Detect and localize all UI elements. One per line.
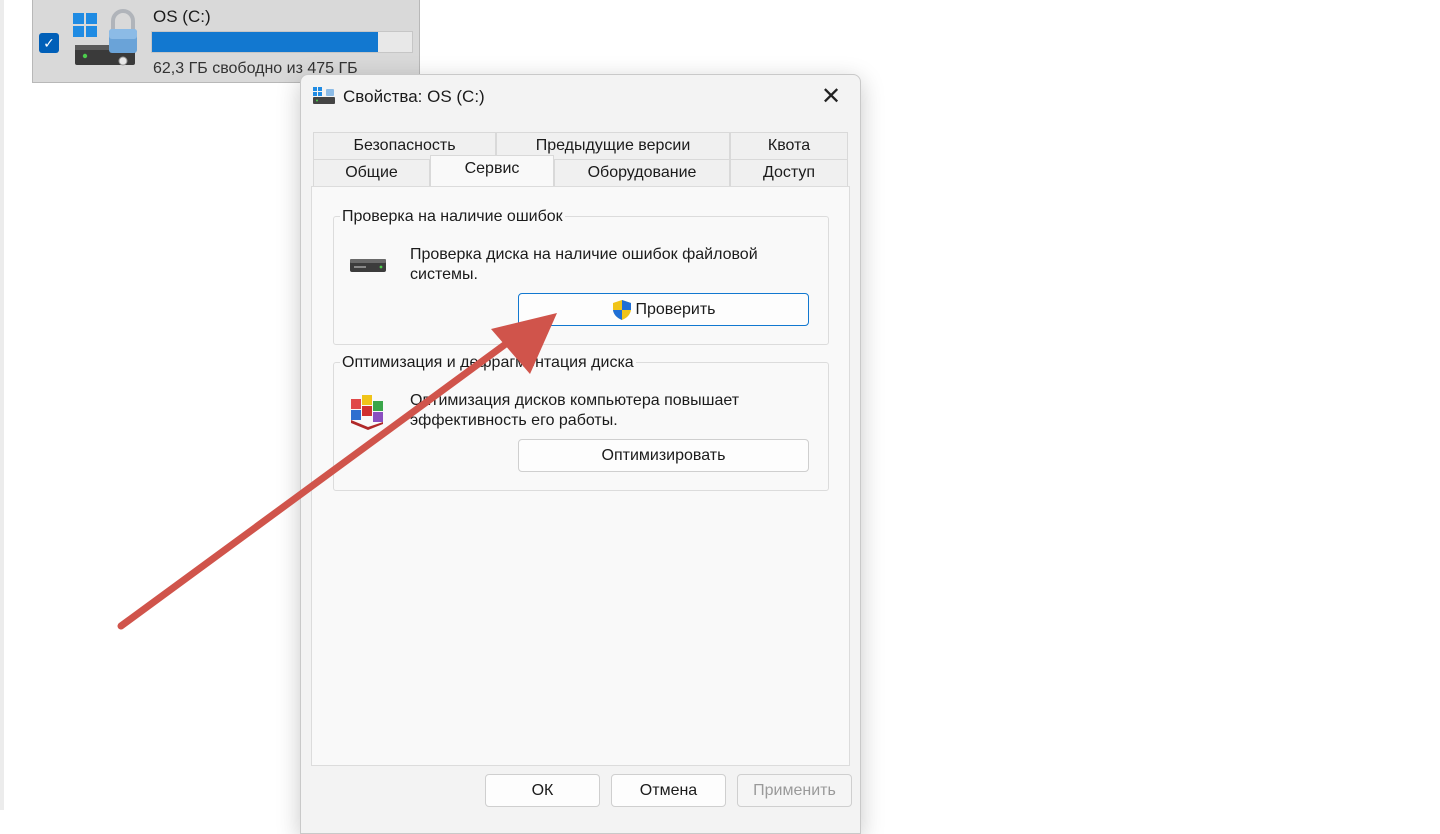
close-button[interactable]: ✕ (808, 79, 854, 115)
optimize-desc-line2: эффективность его работы. (410, 412, 618, 429)
tab-sharing[interactable]: Доступ (730, 159, 848, 186)
optimize-button[interactable]: Оптимизировать (518, 439, 809, 472)
locked-drive-icon (73, 9, 137, 66)
tab-tools[interactable]: Сервис (430, 155, 554, 186)
drive-name: OS (C:) (153, 7, 211, 26)
drive-properties-icon (313, 87, 335, 104)
uac-shield-icon (613, 299, 632, 320)
apply-button[interactable]: Применить (737, 774, 852, 807)
close-icon: ✕ (820, 83, 842, 110)
error-check-description: Проверка диска на наличие ошибок файлово… (410, 245, 810, 285)
error-check-group: Проверка на наличие ошибок Проверка диск… (333, 208, 829, 345)
optimize-title: Оптимизация и дефрагментация диска (340, 354, 636, 372)
tab-hardware[interactable]: Оборудование (554, 159, 730, 186)
optimize-description: Оптимизация дисков компьютера повышает э… (410, 391, 810, 431)
tab-general[interactable]: Общие (313, 159, 430, 186)
drive-usage-bar (151, 31, 413, 53)
check-button-label: Проверить (635, 301, 716, 318)
window-edge (0, 0, 4, 810)
tab-quota[interactable]: Квота (730, 132, 848, 159)
tools-tab-panel: Проверка на наличие ошибок Проверка диск… (311, 186, 850, 766)
hard-drive-icon (350, 259, 386, 272)
properties-dialog: Свойства: OS (C:) ✕ Безопасность Предыду… (300, 74, 861, 834)
optimize-desc-line1: Оптимизация дисков компьютера повышает (410, 392, 740, 409)
error-check-desc-line1: Проверка диска на наличие ошибок файлово… (410, 246, 758, 263)
error-check-title: Проверка на наличие ошибок (340, 208, 565, 226)
dialog-titlebar[interactable]: Свойства: OS (C:) ✕ (301, 75, 860, 119)
ok-button[interactable]: ОК (485, 774, 600, 807)
error-check-desc-line2: системы. (410, 266, 478, 283)
optimize-group: Оптимизация и дефрагментация диска Оптим… (333, 354, 829, 491)
dialog-title: Свойства: OS (C:) (343, 87, 485, 106)
tile-checkbox[interactable]: ✓ (39, 33, 59, 53)
drive-usage-fill (152, 32, 379, 52)
defrag-icon (351, 395, 383, 430)
check-button[interactable]: Проверить (518, 293, 809, 326)
cancel-button[interactable]: Отмена (611, 774, 726, 807)
drive-tile-c[interactable]: ✓ OS (C:) 62,3 ГБ свободно из 475 ГБ (32, 0, 420, 83)
